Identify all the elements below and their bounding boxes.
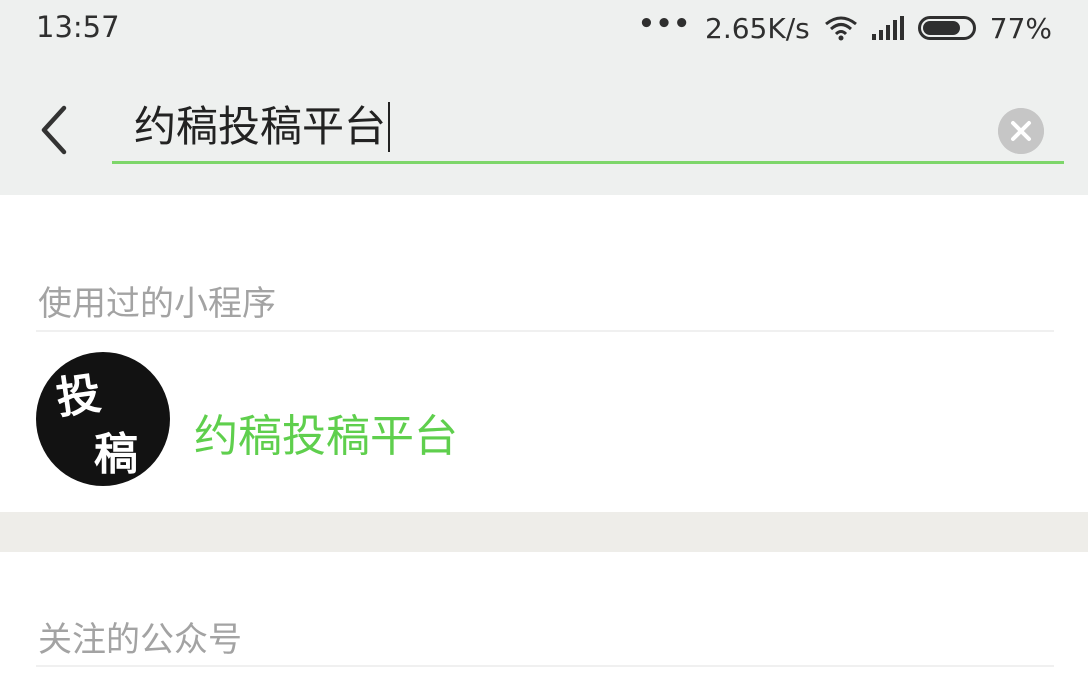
mini-program-avatar: 投 稿 (36, 352, 170, 486)
status-bar: 13:57 ••• 2.65K/s 77% (0, 0, 1088, 58)
status-time: 13:57 (36, 10, 120, 44)
search-query: 约稿投稿平台 (134, 102, 387, 151)
battery-percent: 77% (989, 11, 1052, 45)
section-gap (0, 512, 1088, 552)
network-speed: 2.65K/s (705, 11, 810, 45)
mini-program-result[interactable]: 投 稿 约稿投稿平台 (0, 340, 1088, 510)
official-accounts-section-title: 关注的公众号 (38, 620, 242, 660)
battery-icon (917, 16, 976, 40)
wifi-icon (824, 16, 857, 41)
signal-icon (871, 16, 904, 40)
avatar-char-2: 稿 (94, 429, 138, 480)
status-right-group: ••• 2.65K/s 77% (638, 9, 1052, 46)
more-dots-icon: ••• (638, 9, 692, 39)
battery-level (922, 21, 960, 35)
mini-program-name: 约稿投稿平台 (194, 411, 458, 462)
search-input[interactable]: 约稿投稿平台 (112, 88, 1064, 164)
section-divider (36, 330, 1054, 332)
clear-icon[interactable] (998, 108, 1044, 154)
section-divider (36, 665, 1054, 667)
mini-programs-section-title: 使用过的小程序 (38, 284, 276, 324)
avatar-char-1: 投 (53, 368, 104, 425)
search-query-wrap: 约稿投稿平台 (134, 102, 391, 152)
text-caret (388, 102, 391, 152)
back-arrow-icon[interactable] (30, 100, 78, 160)
